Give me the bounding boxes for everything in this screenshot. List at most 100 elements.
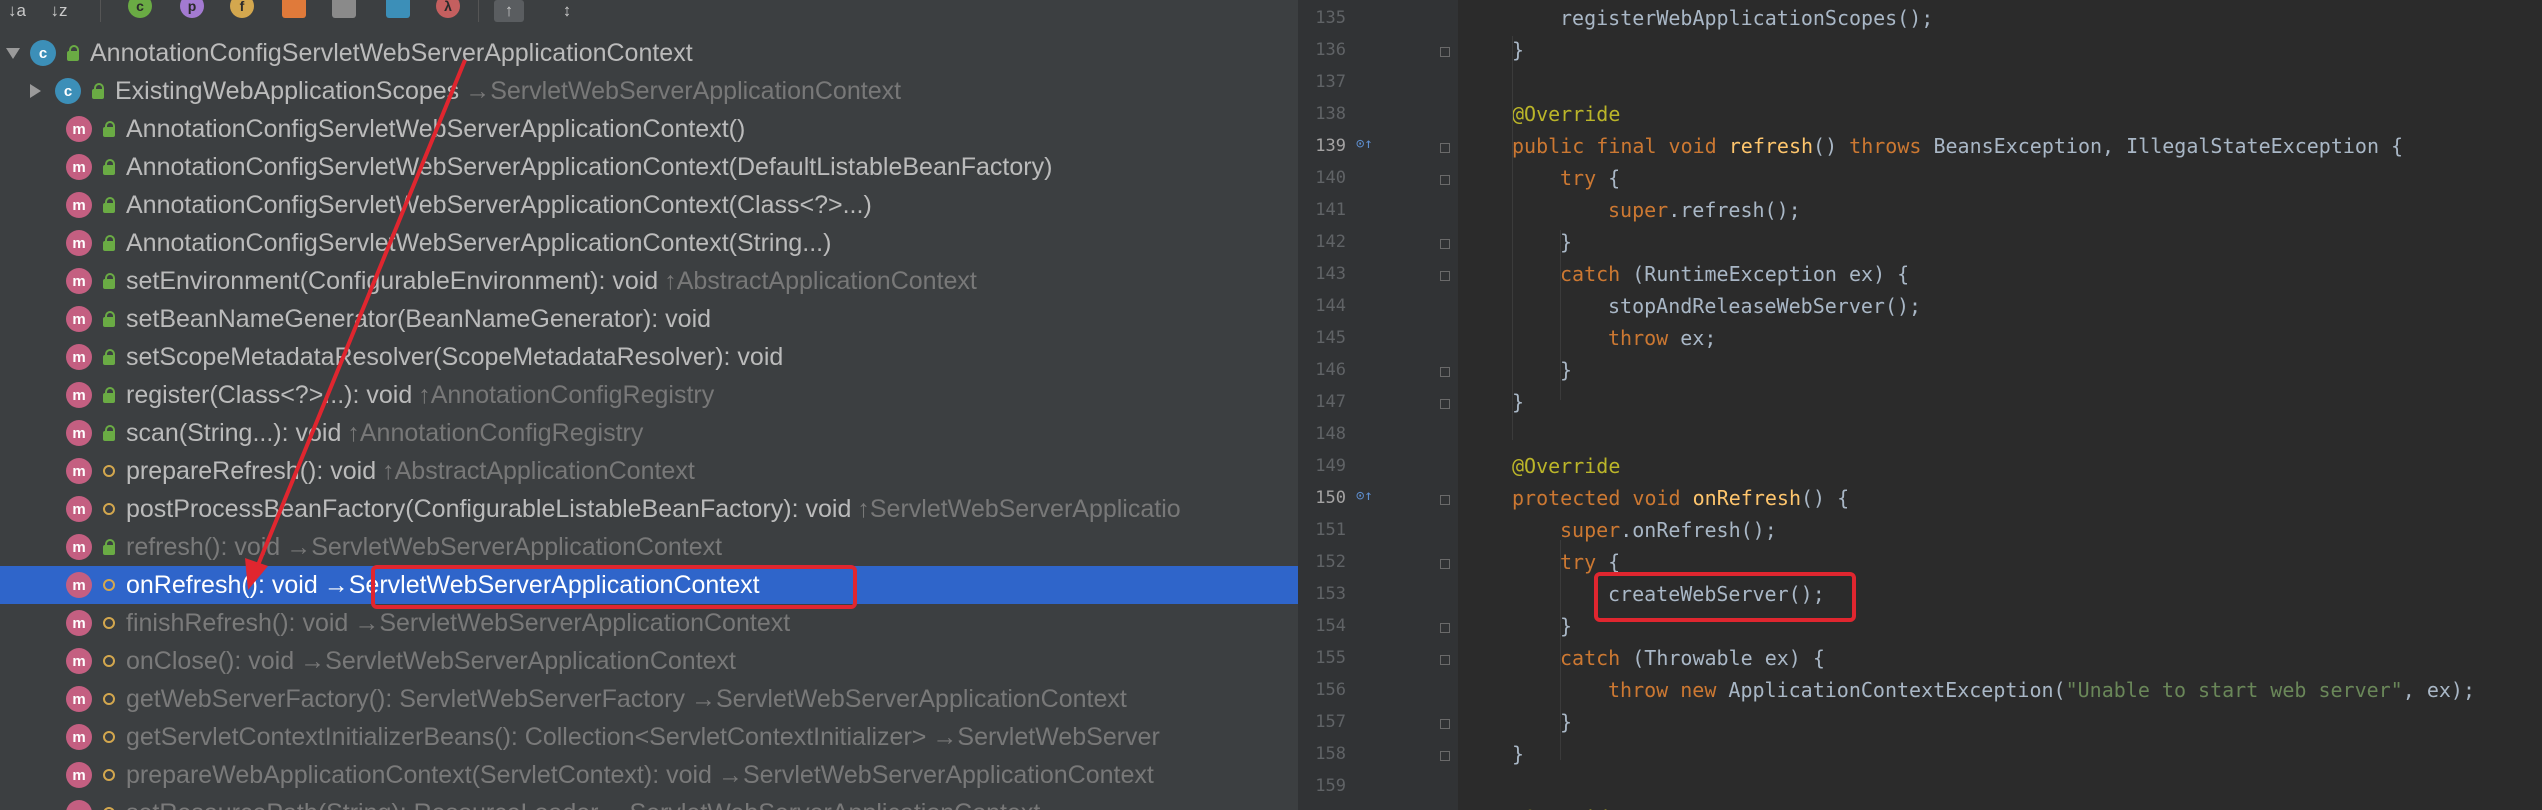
show-anonymous-icon[interactable] [386,0,410,18]
code-token: "Unable to start web server" [2065,678,2403,702]
fold-marker-icon[interactable] [1440,175,1450,185]
tree-row[interactable]: m finishRefresh(): void →ServletWebServerA… [0,604,1298,642]
public-lock-icon [102,197,116,213]
tree-row[interactable]: m AnnotationConfigServletWebServerApplica… [0,186,1298,224]
tree-row[interactable]: m refresh(): void →ServletWebServerApplica… [0,528,1298,566]
fold-marker-icon[interactable] [1440,719,1450,729]
code-line: } [1560,614,1572,638]
autoscroll-to-source-icon[interactable]: ↑ [494,0,524,22]
code-token: @Override [1512,806,1620,810]
tree-row[interactable]: m onClose(): void →ServletWebServerApplica… [0,642,1298,680]
tree-item-origin: →ServletWebServerApplicationContext [300,646,736,675]
code-token: { [1608,550,1621,574]
code-line: @Override [1512,454,1620,478]
protected-key-icon [102,691,116,707]
fold-marker-icon[interactable] [1440,143,1450,153]
fold-marker-icon[interactable] [1440,367,1450,377]
tree-row[interactable]: m getWebServerFactory(): ServletWebServer… [0,680,1298,718]
show-lambda-icon[interactable]: λ [436,0,460,18]
show-lambdas-icon[interactable] [332,0,356,18]
method-icon: m [66,154,92,180]
tree-row[interactable]: c ExistingWebApplicationScopes →ServletWeb… [0,72,1298,110]
fold-marker-icon[interactable] [1440,47,1450,57]
protected-key-icon [102,615,116,631]
tree-row[interactable]: m setScopeMetadataResolver(ScopeMetadataR… [0,338,1298,376]
fold-marker-icon[interactable] [1440,559,1450,569]
show-fields-icon[interactable]: f [230,0,254,18]
code-token: super [1560,518,1621,542]
public-lock-icon [102,121,116,137]
method-icon: m [66,610,92,636]
line-number: 152 [1315,552,1346,572]
structure-toolbar: ↓a ↓z c p f λ ↑ ↕ [0,0,1298,30]
fold-marker-icon[interactable] [1440,239,1450,249]
method-icon: m [66,344,92,370]
method-icon: m [66,192,92,218]
tree-row[interactable]: m getServletContextInitializerBeans(): Co… [0,718,1298,756]
code-line: try { [1560,166,1620,190]
tree-row[interactable]: m AnnotationConfigServletWebServerApplica… [0,148,1298,186]
fold-marker-icon[interactable] [1440,655,1450,665]
tree-row[interactable]: c AnnotationConfigServletWebServerApplica… [0,34,1298,72]
line-number: 144 [1315,296,1346,316]
code-editor[interactable]: 135 136 137 138 139 ⊙↑ 140 141 142 143 144 145 146 14… [1298,0,2542,810]
collapse-arrow-icon[interactable] [6,47,20,59]
fold-marker-icon[interactable] [1440,623,1450,633]
toolbar-glyph: ↕ [562,1,572,20]
toolbar-glyph: p [187,0,197,14]
tree-item-label: onClose(): void [126,646,295,675]
code-token: } [1512,38,1525,62]
tree-item-label: prepareRefresh(): void [126,456,377,485]
line-number: 156 [1315,680,1346,700]
fold-marker-icon[interactable] [1440,399,1450,409]
code-line: } [1560,230,1572,254]
method-icon: m [66,724,92,750]
line-number: 153 [1315,584,1346,604]
autoscroll-from-source-icon[interactable]: ↕ [552,0,582,22]
tree-item-origin: →ServletWebServerApplicationContext [354,608,791,637]
show-non-public-icon[interactable] [282,0,306,18]
code-line: registerWebApplicationScopes(); [1560,6,1933,30]
class-icon: c [55,78,81,104]
tree-row[interactable]: m scan(String...): void ↑AnnotationConfigR… [0,414,1298,452]
code-token: throw new [1608,678,1729,702]
tree-row[interactable]: m register(Class<?>...): void ↑AnnotationC… [0,376,1298,414]
protected-key-icon [102,729,116,745]
fold-marker-icon[interactable] [1440,751,1450,761]
tree-item-label: AnnotationConfigServletWebServerApplicat… [126,114,746,143]
code-token: @Override [1512,102,1621,126]
tree-row[interactable]: m prepareRefresh(): void ↑AbstractApplicat… [0,452,1298,490]
tree-row[interactable]: m setResourcePath(String): ResourceLoader… [0,794,1298,810]
tree-row[interactable]: m postProcessBeanFactory(ConfigurableList… [0,490,1298,528]
tree-row[interactable]: m setEnvironment(ConfigurableEnvironment)… [0,262,1298,300]
tree-item-label: setResourcePath(String): ResourceLoader [126,799,598,810]
tree-item-label: AnnotationConfigServletWebServerApplicat… [90,38,693,67]
tree-row[interactable]: m setBeanNameGenerator(BeanNameGenerator)… [0,300,1298,338]
method-icon: m [66,534,92,560]
sort-alpha-icon[interactable]: ↓z [44,0,74,22]
show-inherited-icon[interactable]: c [128,0,152,18]
public-lock-icon [66,45,80,61]
tree-row[interactable]: m AnnotationConfigServletWebServerApplica… [0,110,1298,148]
code-token: BeansException, IllegalStateException { [1933,134,2404,158]
code-token: catch [1560,646,1633,670]
method-icon: m [66,268,92,294]
method-icon: m [66,648,92,674]
expand-arrow-icon[interactable] [30,84,41,98]
show-properties-icon[interactable]: p [180,0,204,18]
code-line: } [1560,358,1572,382]
structure-panel: ↓a ↓z c p f λ ↑ ↕ c AnnotationConfigServletWebSe… [0,0,1298,810]
tree-row[interactable]: m prepareWebApplicationContext(ServletCon… [0,756,1298,794]
code-line: protected void onRefresh() { [1512,486,1849,510]
sort-visibility-icon[interactable]: ↓a [2,0,32,22]
protected-key-icon [102,463,116,479]
tree-row[interactable]: m AnnotationConfigServletWebServerApplica… [0,224,1298,262]
override-gutter-icon[interactable]: ⊙↑ [1356,488,1373,504]
method-icon: m [66,458,92,484]
fold-marker-icon[interactable] [1440,495,1450,505]
fold-marker-icon[interactable] [1440,271,1450,281]
tree-item-label: scan(String...): void [126,418,342,447]
tree-item-label: register(Class<?>...): void [126,380,413,409]
code-token: } [1512,742,1525,766]
override-gutter-icon[interactable]: ⊙↑ [1356,136,1373,152]
